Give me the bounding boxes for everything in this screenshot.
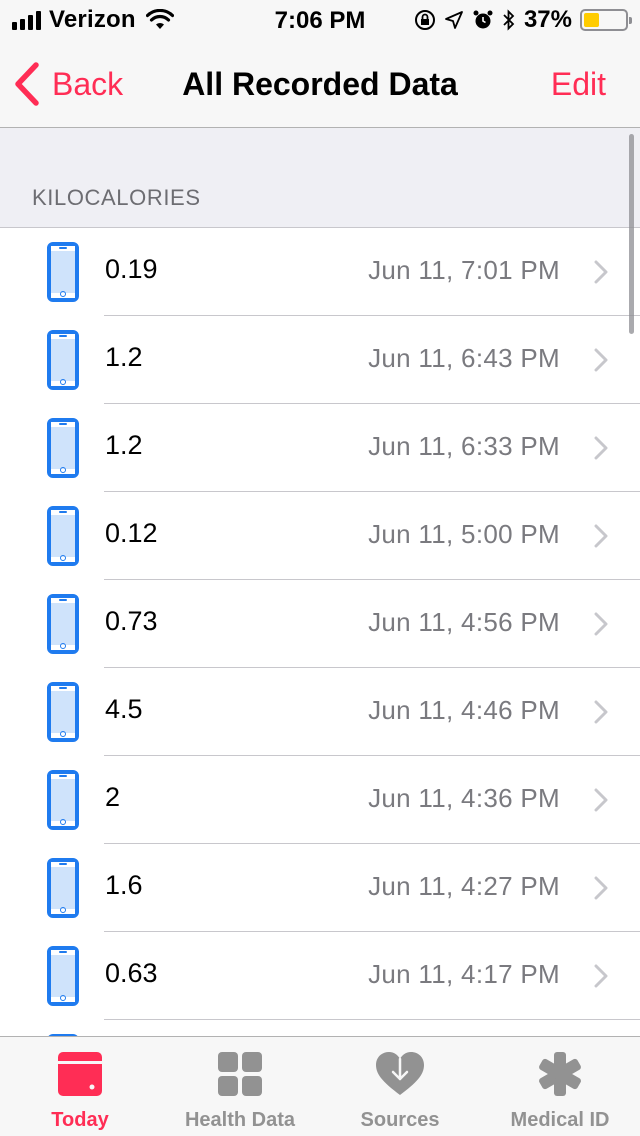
phone-home-button bbox=[60, 643, 66, 649]
chevron-right-icon bbox=[594, 260, 608, 284]
iphone-icon bbox=[47, 330, 79, 390]
tab-sources[interactable]: Sources bbox=[320, 1037, 480, 1136]
phone-home-button bbox=[60, 291, 66, 297]
iphone-icon bbox=[47, 682, 79, 742]
record-value: 1.6 bbox=[105, 870, 143, 900]
record-value: 0.12 bbox=[105, 518, 158, 548]
record-row[interactable]: 0.19 Jun 11, 7:01 PM bbox=[0, 228, 640, 316]
chevron-right-icon bbox=[594, 348, 608, 372]
status-right: 37% bbox=[414, 6, 632, 34]
back-button-label: Back bbox=[52, 65, 124, 102]
phone-home-button bbox=[60, 731, 66, 737]
phone-speaker bbox=[59, 247, 67, 249]
record-row[interactable]: 0.12 Jun 11, 5:00 PM bbox=[0, 492, 640, 580]
record-value: 1.2 bbox=[105, 342, 143, 372]
record-row[interactable]: 1.6 Jun 11, 4:27 PM bbox=[0, 844, 640, 932]
phone-home-button bbox=[60, 467, 66, 473]
iphone-icon bbox=[47, 242, 79, 302]
location-arrow-icon bbox=[445, 11, 463, 29]
navigation-bar: Back All Recorded Data Edit bbox=[0, 40, 640, 128]
iphone-icon bbox=[47, 594, 79, 654]
alarm-clock-icon bbox=[473, 10, 493, 29]
iphone-icon bbox=[47, 418, 79, 478]
battery-level-fill bbox=[584, 13, 599, 27]
records-list: 0.19 Jun 11, 7:01 PM 1.2 Jun 11, 6:43 PM 1.2… bbox=[0, 227, 640, 1036]
record-value: 0.63 bbox=[105, 958, 158, 988]
record-date: Jun 11, 4:56 PM bbox=[368, 607, 560, 637]
phone-speaker bbox=[59, 423, 67, 425]
record-row[interactable]: 4.5 Jun 11, 4:46 PM bbox=[0, 668, 640, 756]
today-icon bbox=[58, 1052, 102, 1096]
tab-label: Sources bbox=[360, 1109, 440, 1131]
record-date: Jun 11, 4:17 PM bbox=[368, 959, 560, 989]
record-date: Jun 11, 4:46 PM bbox=[368, 695, 560, 725]
tab-label: Health Data bbox=[184, 1109, 296, 1131]
record-date: Jun 11, 7:01 PM bbox=[368, 255, 560, 285]
tab-label: Medical ID bbox=[510, 1109, 610, 1131]
record-row[interactable]: 1.2 Jun 11, 6:33 PM bbox=[0, 404, 640, 492]
record-row[interactable]: 2 Jun 11, 4:36 PM bbox=[0, 756, 640, 844]
record-date: Jun 11, 6:33 PM bbox=[368, 431, 560, 461]
sources-heart-icon bbox=[376, 1052, 424, 1095]
health-data-grid-icon bbox=[218, 1052, 262, 1096]
record-date: Jun 11, 6:43 PM bbox=[368, 343, 560, 373]
back-button[interactable]: Back bbox=[14, 62, 123, 106]
iphone-icon bbox=[47, 946, 79, 1006]
record-value: 1.2 bbox=[105, 430, 143, 460]
section-header-label: KILOCALORIES bbox=[32, 185, 201, 210]
scroll-indicator[interactable] bbox=[629, 134, 634, 334]
record-value: 2 bbox=[105, 782, 121, 812]
record-row[interactable] bbox=[0, 1020, 640, 1036]
record-value: 4.5 bbox=[105, 694, 143, 724]
record-date: Jun 11, 4:36 PM bbox=[368, 783, 560, 813]
section-header: KILOCALORIES bbox=[0, 129, 640, 227]
tab-bar: Today Health Data Sources Medical ID bbox=[0, 1036, 640, 1136]
record-date: Jun 11, 4:27 PM bbox=[368, 871, 560, 901]
record-value: 0.73 bbox=[105, 606, 158, 636]
tab-label: Today bbox=[51, 1109, 109, 1131]
battery-percent: 37% bbox=[523, 6, 572, 33]
phone-speaker bbox=[59, 599, 67, 601]
chevron-left-icon bbox=[15, 62, 39, 106]
tab-health-data[interactable]: Health Data bbox=[160, 1037, 320, 1136]
phone-home-button bbox=[60, 379, 66, 385]
phone-home-button bbox=[60, 995, 66, 1001]
battery-icon bbox=[580, 9, 632, 31]
phone-speaker bbox=[59, 951, 67, 953]
iphone-icon bbox=[47, 506, 79, 566]
chevron-right-icon bbox=[594, 612, 608, 636]
chevron-right-icon bbox=[594, 524, 608, 548]
phone-speaker bbox=[59, 511, 67, 513]
chevron-right-icon bbox=[594, 788, 608, 812]
chevron-right-icon bbox=[594, 964, 608, 988]
medical-id-asterisk-icon bbox=[539, 1052, 581, 1096]
status-bar: Verizon 7:06 PM 37% bbox=[0, 0, 640, 40]
phone-speaker bbox=[59, 687, 67, 689]
tab-today[interactable]: Today bbox=[0, 1037, 160, 1136]
record-row[interactable]: 0.73 Jun 11, 4:56 PM bbox=[0, 580, 640, 668]
content-scroll-view[interactable]: KILOCALORIES 0.19 Jun 11, 7:01 PM 1.2 Jun 1… bbox=[0, 129, 640, 1036]
chevron-right-icon bbox=[594, 700, 608, 724]
record-date: Jun 11, 5:00 PM bbox=[368, 519, 560, 549]
record-row[interactable]: 0.63 Jun 11, 4:17 PM bbox=[0, 932, 640, 1020]
phone-speaker bbox=[59, 863, 67, 865]
phone-speaker bbox=[59, 775, 67, 777]
tab-medical-id[interactable]: Medical ID bbox=[480, 1037, 640, 1136]
phone-speaker bbox=[59, 335, 67, 337]
iphone-icon bbox=[47, 770, 79, 830]
record-value: 0.19 bbox=[105, 254, 158, 284]
orientation-lock-icon bbox=[414, 10, 435, 30]
chevron-right-icon bbox=[594, 876, 608, 900]
phone-home-button bbox=[60, 907, 66, 913]
chevron-right-icon bbox=[594, 436, 608, 460]
edit-button[interactable]: Edit bbox=[551, 66, 606, 103]
phone-home-button bbox=[60, 555, 66, 561]
bluetooth-icon bbox=[503, 9, 515, 31]
phone-home-button bbox=[60, 819, 66, 825]
record-row[interactable]: 1.2 Jun 11, 6:43 PM bbox=[0, 316, 640, 404]
iphone-icon bbox=[47, 858, 79, 918]
